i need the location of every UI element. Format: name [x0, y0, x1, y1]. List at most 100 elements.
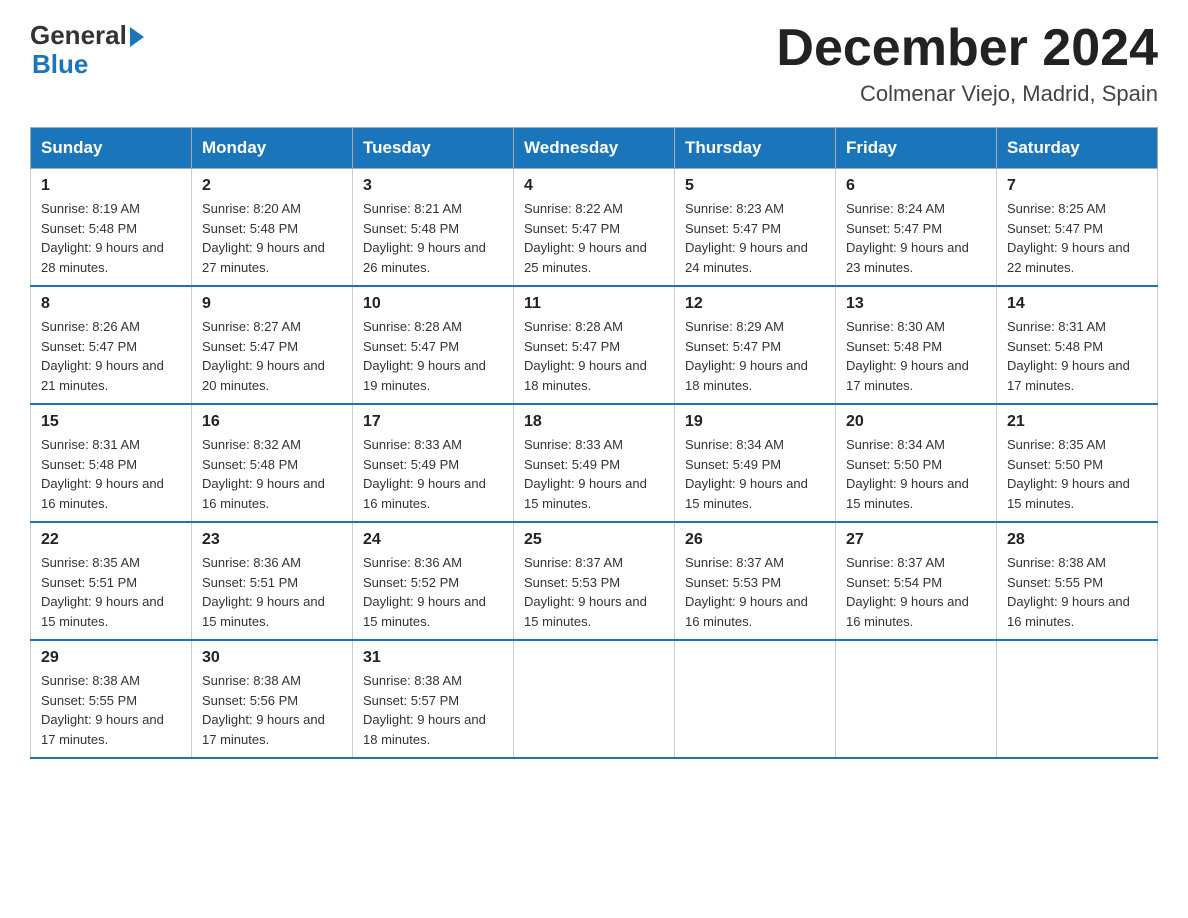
day-number: 23: [202, 531, 342, 549]
calendar-cell: 4 Sunrise: 8:22 AMSunset: 5:47 PMDayligh…: [514, 169, 675, 287]
day-number: 4: [524, 177, 664, 195]
day-info: Sunrise: 8:34 AMSunset: 5:50 PMDaylight:…: [846, 437, 969, 511]
day-info: Sunrise: 8:25 AMSunset: 5:47 PMDaylight:…: [1007, 201, 1130, 275]
day-info: Sunrise: 8:31 AMSunset: 5:48 PMDaylight:…: [41, 437, 164, 511]
day-info: Sunrise: 8:37 AMSunset: 5:53 PMDaylight:…: [685, 555, 808, 629]
header-day-friday: Friday: [836, 128, 997, 169]
day-info: Sunrise: 8:24 AMSunset: 5:47 PMDaylight:…: [846, 201, 969, 275]
day-info: Sunrise: 8:19 AMSunset: 5:48 PMDaylight:…: [41, 201, 164, 275]
calendar-cell: 25 Sunrise: 8:37 AMSunset: 5:53 PMDaylig…: [514, 522, 675, 640]
day-number: 24: [363, 531, 503, 549]
day-number: 22: [41, 531, 181, 549]
calendar-cell: 14 Sunrise: 8:31 AMSunset: 5:48 PMDaylig…: [997, 286, 1158, 404]
calendar-cell: [675, 640, 836, 758]
day-info: Sunrise: 8:21 AMSunset: 5:48 PMDaylight:…: [363, 201, 486, 275]
calendar-cell: 27 Sunrise: 8:37 AMSunset: 5:54 PMDaylig…: [836, 522, 997, 640]
day-number: 1: [41, 177, 181, 195]
calendar-cell: 28 Sunrise: 8:38 AMSunset: 5:55 PMDaylig…: [997, 522, 1158, 640]
page-header: General Blue December 2024 Colmenar Viej…: [30, 20, 1158, 107]
day-number: 31: [363, 649, 503, 667]
calendar-cell: 11 Sunrise: 8:28 AMSunset: 5:47 PMDaylig…: [514, 286, 675, 404]
day-number: 18: [524, 413, 664, 431]
logo-general-text: General: [30, 20, 127, 51]
day-info: Sunrise: 8:28 AMSunset: 5:47 PMDaylight:…: [524, 319, 647, 393]
calendar-cell: 30 Sunrise: 8:38 AMSunset: 5:56 PMDaylig…: [192, 640, 353, 758]
day-number: 10: [363, 295, 503, 313]
week-row-1: 1 Sunrise: 8:19 AMSunset: 5:48 PMDayligh…: [31, 169, 1158, 287]
day-number: 19: [685, 413, 825, 431]
day-info: Sunrise: 8:36 AMSunset: 5:52 PMDaylight:…: [363, 555, 486, 629]
header-day-sunday: Sunday: [31, 128, 192, 169]
calendar-cell: 31 Sunrise: 8:38 AMSunset: 5:57 PMDaylig…: [353, 640, 514, 758]
day-number: 26: [685, 531, 825, 549]
calendar-cell: [836, 640, 997, 758]
day-number: 9: [202, 295, 342, 313]
header-day-tuesday: Tuesday: [353, 128, 514, 169]
day-number: 6: [846, 177, 986, 195]
day-info: Sunrise: 8:26 AMSunset: 5:47 PMDaylight:…: [41, 319, 164, 393]
day-info: Sunrise: 8:38 AMSunset: 5:56 PMDaylight:…: [202, 673, 325, 747]
calendar-cell: 12 Sunrise: 8:29 AMSunset: 5:47 PMDaylig…: [675, 286, 836, 404]
week-row-3: 15 Sunrise: 8:31 AMSunset: 5:48 PMDaylig…: [31, 404, 1158, 522]
day-number: 21: [1007, 413, 1147, 431]
day-info: Sunrise: 8:35 AMSunset: 5:51 PMDaylight:…: [41, 555, 164, 629]
calendar-cell: 9 Sunrise: 8:27 AMSunset: 5:47 PMDayligh…: [192, 286, 353, 404]
page-title: December 2024: [776, 20, 1158, 77]
calendar-cell: 22 Sunrise: 8:35 AMSunset: 5:51 PMDaylig…: [31, 522, 192, 640]
calendar-cell: 21 Sunrise: 8:35 AMSunset: 5:50 PMDaylig…: [997, 404, 1158, 522]
header-day-saturday: Saturday: [997, 128, 1158, 169]
week-row-2: 8 Sunrise: 8:26 AMSunset: 5:47 PMDayligh…: [31, 286, 1158, 404]
day-info: Sunrise: 8:33 AMSunset: 5:49 PMDaylight:…: [524, 437, 647, 511]
calendar-cell: 15 Sunrise: 8:31 AMSunset: 5:48 PMDaylig…: [31, 404, 192, 522]
calendar-header: SundayMondayTuesdayWednesdayThursdayFrid…: [31, 128, 1158, 169]
day-info: Sunrise: 8:36 AMSunset: 5:51 PMDaylight:…: [202, 555, 325, 629]
calendar-cell: 18 Sunrise: 8:33 AMSunset: 5:49 PMDaylig…: [514, 404, 675, 522]
day-info: Sunrise: 8:23 AMSunset: 5:47 PMDaylight:…: [685, 201, 808, 275]
logo-arrow-icon: [130, 27, 144, 47]
day-info: Sunrise: 8:37 AMSunset: 5:54 PMDaylight:…: [846, 555, 969, 629]
day-info: Sunrise: 8:37 AMSunset: 5:53 PMDaylight:…: [524, 555, 647, 629]
day-info: Sunrise: 8:28 AMSunset: 5:47 PMDaylight:…: [363, 319, 486, 393]
day-info: Sunrise: 8:38 AMSunset: 5:57 PMDaylight:…: [363, 673, 486, 747]
day-number: 13: [846, 295, 986, 313]
day-number: 8: [41, 295, 181, 313]
day-info: Sunrise: 8:27 AMSunset: 5:47 PMDaylight:…: [202, 319, 325, 393]
day-number: 2: [202, 177, 342, 195]
day-number: 15: [41, 413, 181, 431]
logo-blue-text: Blue: [32, 49, 88, 80]
day-info: Sunrise: 8:35 AMSunset: 5:50 PMDaylight:…: [1007, 437, 1130, 511]
week-row-4: 22 Sunrise: 8:35 AMSunset: 5:51 PMDaylig…: [31, 522, 1158, 640]
calendar-cell: 7 Sunrise: 8:25 AMSunset: 5:47 PMDayligh…: [997, 169, 1158, 287]
day-number: 28: [1007, 531, 1147, 549]
day-info: Sunrise: 8:34 AMSunset: 5:49 PMDaylight:…: [685, 437, 808, 511]
day-info: Sunrise: 8:31 AMSunset: 5:48 PMDaylight:…: [1007, 319, 1130, 393]
calendar-cell: 1 Sunrise: 8:19 AMSunset: 5:48 PMDayligh…: [31, 169, 192, 287]
calendar-cell: 13 Sunrise: 8:30 AMSunset: 5:48 PMDaylig…: [836, 286, 997, 404]
day-number: 14: [1007, 295, 1147, 313]
calendar-cell: 20 Sunrise: 8:34 AMSunset: 5:50 PMDaylig…: [836, 404, 997, 522]
calendar-cell: 19 Sunrise: 8:34 AMSunset: 5:49 PMDaylig…: [675, 404, 836, 522]
calendar-cell: 23 Sunrise: 8:36 AMSunset: 5:51 PMDaylig…: [192, 522, 353, 640]
day-info: Sunrise: 8:33 AMSunset: 5:49 PMDaylight:…: [363, 437, 486, 511]
calendar-cell: 16 Sunrise: 8:32 AMSunset: 5:48 PMDaylig…: [192, 404, 353, 522]
header-day-wednesday: Wednesday: [514, 128, 675, 169]
day-number: 27: [846, 531, 986, 549]
page-subtitle: Colmenar Viejo, Madrid, Spain: [776, 81, 1158, 107]
day-number: 30: [202, 649, 342, 667]
day-number: 20: [846, 413, 986, 431]
day-info: Sunrise: 8:32 AMSunset: 5:48 PMDaylight:…: [202, 437, 325, 511]
day-info: Sunrise: 8:22 AMSunset: 5:47 PMDaylight:…: [524, 201, 647, 275]
day-info: Sunrise: 8:38 AMSunset: 5:55 PMDaylight:…: [41, 673, 164, 747]
calendar-cell: 29 Sunrise: 8:38 AMSunset: 5:55 PMDaylig…: [31, 640, 192, 758]
calendar-cell: [997, 640, 1158, 758]
logo: General Blue: [30, 20, 144, 80]
day-number: 11: [524, 295, 664, 313]
calendar-cell: 8 Sunrise: 8:26 AMSunset: 5:47 PMDayligh…: [31, 286, 192, 404]
day-number: 29: [41, 649, 181, 667]
calendar-body: 1 Sunrise: 8:19 AMSunset: 5:48 PMDayligh…: [31, 169, 1158, 759]
header-row: SundayMondayTuesdayWednesdayThursdayFrid…: [31, 128, 1158, 169]
calendar-cell: 10 Sunrise: 8:28 AMSunset: 5:47 PMDaylig…: [353, 286, 514, 404]
day-number: 17: [363, 413, 503, 431]
day-number: 12: [685, 295, 825, 313]
day-info: Sunrise: 8:38 AMSunset: 5:55 PMDaylight:…: [1007, 555, 1130, 629]
